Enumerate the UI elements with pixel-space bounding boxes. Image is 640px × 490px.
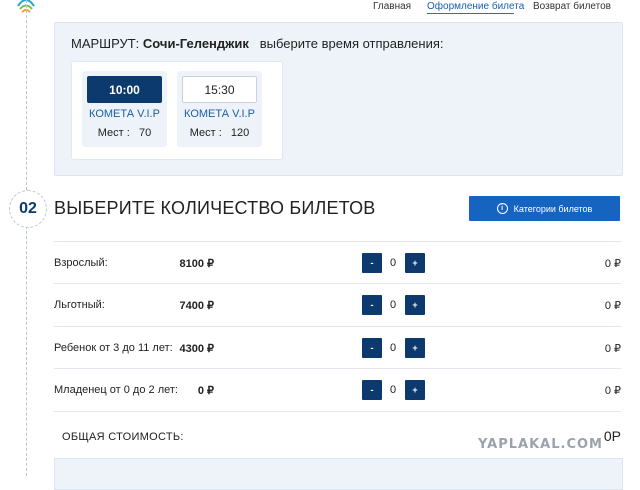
step-title: ВЫБЕРИТЕ КОЛИЧЕСТВО БИЛЕТОВ <box>54 198 376 218</box>
route-panel: МАРШРУТ: Сочи-Геленджик выберите время о… <box>54 22 623 176</box>
increase-quantity-button[interactable]: + <box>405 380 425 400</box>
info-icon: i <box>496 203 508 214</box>
ship-name: КОМЕТА V.I.P <box>89 108 160 120</box>
seats-count: Мест : 70 <box>97 127 152 139</box>
quantity-value: 0 <box>389 257 397 269</box>
ticket-type-label: Льготный: <box>54 299 105 311</box>
decrease-quantity-button[interactable]: - <box>362 338 382 358</box>
decrease-quantity-button[interactable]: - <box>362 295 382 315</box>
divider <box>54 241 621 242</box>
seats-count: Мест : 120 <box>189 127 250 139</box>
ticket-price: 8100 ₽ <box>179 258 214 270</box>
row-total: 0 ₽ <box>604 300 621 312</box>
step-connector-line <box>26 226 27 476</box>
nav-link-refund[interactable]: Возврат билетов <box>533 1 611 12</box>
route-name: Сочи-Геленджик <box>142 36 249 51</box>
increase-quantity-button[interactable]: + <box>405 338 425 358</box>
ticket-categories-button[interactable]: i Категории билетов <box>469 196 620 221</box>
divider <box>54 368 621 369</box>
step-connector-line <box>26 0 27 190</box>
divider <box>54 326 621 327</box>
route-instruction: выберите время отправления: <box>259 36 444 51</box>
quantity-value: 0 <box>389 299 397 311</box>
route-prefix: МАРШРУТ: <box>71 36 140 51</box>
departure-time-button[interactable]: 15:30 <box>182 76 257 103</box>
watermark: YAPLAKAL.COM <box>478 437 603 452</box>
ticket-categories-label: Категории билетов <box>513 203 593 214</box>
ticket-price: 4300 ₽ <box>179 343 214 355</box>
increase-quantity-button[interactable]: + <box>405 253 425 273</box>
divider <box>54 411 621 412</box>
quantity-value: 0 <box>389 342 397 354</box>
ticket-price: 7400 ₽ <box>179 300 214 312</box>
departure-option[interactable]: 10:00 КОМЕТА V.I.P Мест : 70 <box>82 71 167 147</box>
divider <box>54 283 621 284</box>
departure-time-button-selected[interactable]: 10:00 <box>87 76 162 103</box>
active-nav-underline <box>427 13 514 14</box>
total-cost-label: ОБЩАЯ СТОИМОСТЬ: <box>62 431 184 443</box>
total-cost-value: 0Р <box>603 428 621 444</box>
decrease-quantity-button[interactable]: - <box>362 253 382 273</box>
increase-quantity-button[interactable]: + <box>405 295 425 315</box>
quantity-value: 0 <box>389 384 397 396</box>
ticket-price: 0 ₽ <box>197 385 214 397</box>
ticket-type-label: Взрослый: <box>54 257 108 269</box>
ship-name: КОМЕТА V.I.P <box>184 108 255 120</box>
top-navigation: Главная Оформление билета Возврат билето… <box>0 0 640 14</box>
nav-link-booking[interactable]: Оформление билета <box>427 1 524 12</box>
departure-time-box: 10:00 КОМЕТА V.I.P Мест : 70 15:30 КОМЕТ… <box>71 61 283 160</box>
nav-link-home[interactable]: Главная <box>373 1 411 12</box>
row-total: 0 ₽ <box>604 343 621 355</box>
row-total: 0 ₽ <box>604 385 621 397</box>
decrease-quantity-button[interactable]: - <box>362 380 382 400</box>
row-total: 0 ₽ <box>604 258 621 270</box>
departure-option[interactable]: 15:30 КОМЕТА V.I.P Мест : 120 <box>177 71 262 147</box>
step-number: 02 <box>9 190 47 228</box>
next-section-panel <box>54 458 623 490</box>
route-line: МАРШРУТ: Сочи-Геленджик выберите время о… <box>71 36 444 51</box>
